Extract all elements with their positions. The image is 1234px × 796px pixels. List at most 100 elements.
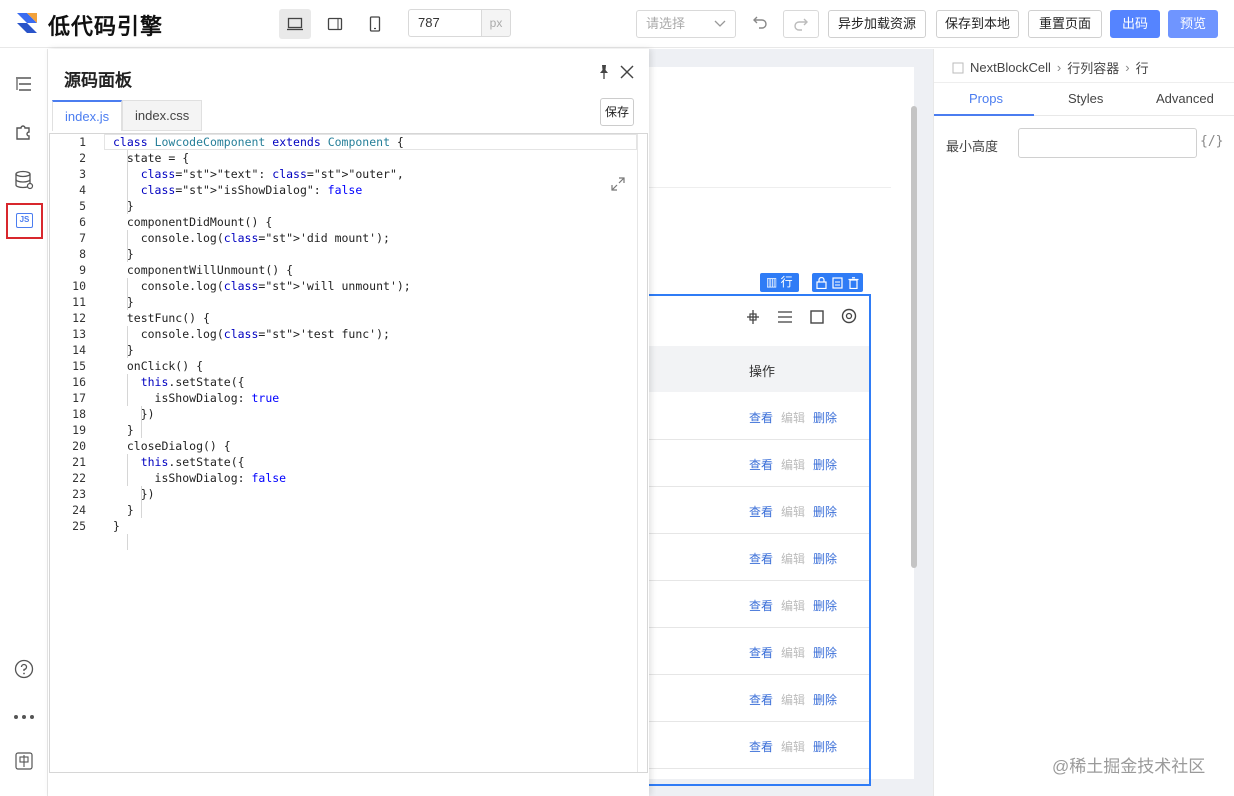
view-link[interactable]: 查看 [749, 411, 773, 425]
line-number: 22 [72, 471, 86, 485]
expand-icon[interactable] [611, 177, 625, 191]
row-operations: 查看 编辑 删除 [749, 456, 837, 473]
tab-props[interactable]: Props [969, 91, 1003, 106]
view-link[interactable]: 查看 [749, 505, 773, 519]
code-save-button[interactable]: 保存 [600, 98, 634, 126]
settings-panel: NextBlockCell › 行列容器 › 行 Props Styles Ad… [933, 49, 1234, 796]
locale-select[interactable]: 请选择 [636, 10, 736, 38]
canvas-width-input[interactable]: 787 [408, 9, 482, 37]
breadcrumb-item-0[interactable]: NextBlockCell [970, 60, 1051, 75]
move-icon[interactable] [743, 308, 763, 326]
variable-binding-button[interactable]: {/} [1200, 134, 1223, 149]
line-text: this.setState({ [140, 375, 245, 389]
more-button[interactable] [12, 705, 36, 729]
filter-icon[interactable] [776, 308, 794, 326]
locale-switch-button[interactable] [12, 749, 36, 773]
view-link[interactable]: 查看 [749, 599, 773, 613]
desktop-device-button[interactable] [279, 9, 311, 39]
line-number: 14 [72, 343, 86, 357]
tab-advanced[interactable]: Advanced [1156, 91, 1214, 106]
edit-link[interactable]: 编辑 [781, 505, 805, 519]
table-row[interactable]: 查看 编辑 删除 [649, 581, 869, 628]
line-number: 25 [72, 519, 86, 533]
code-panel: 源码面板 index.js index.css 保存 1 class Lowcod… [48, 49, 649, 796]
line-text: console.log(class="st">'will unmount'); [113, 279, 411, 293]
delete-link[interactable]: 删除 [813, 458, 837, 472]
line-text: class LowcodeComponent extends Component… [113, 135, 404, 149]
delete-icon[interactable] [848, 276, 859, 289]
canvas-divider [649, 187, 891, 188]
edit-link[interactable]: 编辑 [781, 599, 805, 613]
indent-guide [127, 230, 128, 262]
breadcrumb-item-1[interactable]: 行列容器 [1067, 58, 1119, 77]
help-button[interactable] [12, 657, 36, 681]
delete-link[interactable]: 删除 [813, 411, 837, 425]
async-load-button[interactable]: 异步加载资源 [828, 10, 926, 38]
fullscreen-icon[interactable] [808, 308, 826, 326]
delete-link[interactable]: 删除 [813, 646, 837, 660]
line-number: 1 [79, 135, 86, 149]
breadcrumb-item-2[interactable]: 行 [1136, 58, 1149, 77]
line-number: 11 [72, 295, 86, 309]
settings-icon[interactable] [840, 307, 858, 325]
row-component-tag[interactable]: ▥ 行 [760, 273, 799, 292]
chevron-down-icon [714, 20, 726, 27]
delete-link[interactable]: 删除 [813, 505, 837, 519]
line-text: } [113, 295, 134, 309]
edit-link[interactable]: 编辑 [781, 693, 805, 707]
copy-icon[interactable] [832, 276, 843, 289]
table-row[interactable]: 查看 编辑 删除 [649, 628, 869, 675]
outline-tree-button[interactable] [12, 72, 36, 96]
components-button[interactable] [12, 120, 36, 144]
code-editor-button[interactable]: JS [6, 203, 43, 239]
indent-guide [127, 326, 128, 358]
table-row[interactable]: 查看 编辑 删除 [649, 393, 869, 440]
table-row[interactable]: 查看 编辑 删除 [649, 534, 869, 581]
view-link[interactable]: 查看 [749, 458, 773, 472]
edit-link[interactable]: 编辑 [781, 740, 805, 754]
puzzle-icon [16, 125, 30, 140]
reset-page-button[interactable]: 重置页面 [1028, 10, 1102, 38]
line-number: 6 [79, 215, 86, 229]
preview-button[interactable]: 预览 [1168, 10, 1218, 38]
min-height-input[interactable] [1018, 128, 1197, 158]
view-link[interactable]: 查看 [749, 740, 773, 754]
tab-index-css[interactable]: index.css [122, 100, 203, 131]
delete-link[interactable]: 删除 [813, 740, 837, 754]
line-text: }) [113, 407, 155, 421]
table-row[interactable]: 查看 编辑 删除 [649, 722, 869, 769]
code-editor[interactable]: 1 class LowcodeComponent extends Componen… [49, 133, 648, 773]
line-text: isShowDialog: true [113, 391, 280, 405]
edit-link[interactable]: 编辑 [781, 552, 805, 566]
chevron-right-icon: › [1125, 60, 1130, 75]
app-title: 低代码引擎 [48, 14, 164, 39]
lock-icon[interactable] [816, 276, 827, 289]
datasource-button[interactable] [12, 168, 36, 192]
pin-icon[interactable] [597, 64, 611, 80]
edit-link[interactable]: 编辑 [781, 458, 805, 472]
tab-styles[interactable]: Styles [1068, 91, 1103, 106]
canvas-scrollbar[interactable] [911, 106, 917, 568]
phone-device-button[interactable] [359, 9, 391, 39]
table-row[interactable]: 查看 编辑 删除 [649, 440, 869, 487]
delete-link[interactable]: 删除 [813, 599, 837, 613]
table-row[interactable]: 查看 编辑 删除 [649, 487, 869, 534]
tab-index-js[interactable]: index.js [52, 100, 123, 131]
indent-guide [127, 390, 128, 406]
table-row[interactable]: 查看 编辑 删除 [649, 675, 869, 722]
view-link[interactable]: 查看 [749, 552, 773, 566]
export-code-button[interactable]: 出码 [1110, 10, 1160, 38]
undo-button[interactable] [752, 14, 768, 33]
edit-link[interactable]: 编辑 [781, 646, 805, 660]
view-link[interactable]: 查看 [749, 646, 773, 660]
redo-button[interactable] [783, 10, 819, 38]
save-local-button[interactable]: 保存到本地 [936, 10, 1019, 38]
tablet-device-button[interactable] [319, 9, 351, 39]
close-icon[interactable] [620, 65, 634, 79]
line-number: 21 [72, 455, 86, 469]
delete-link[interactable]: 删除 [813, 552, 837, 566]
view-link[interactable]: 查看 [749, 693, 773, 707]
edit-link[interactable]: 编辑 [781, 411, 805, 425]
delete-link[interactable]: 删除 [813, 693, 837, 707]
line-text: testFunc() { [113, 311, 210, 325]
